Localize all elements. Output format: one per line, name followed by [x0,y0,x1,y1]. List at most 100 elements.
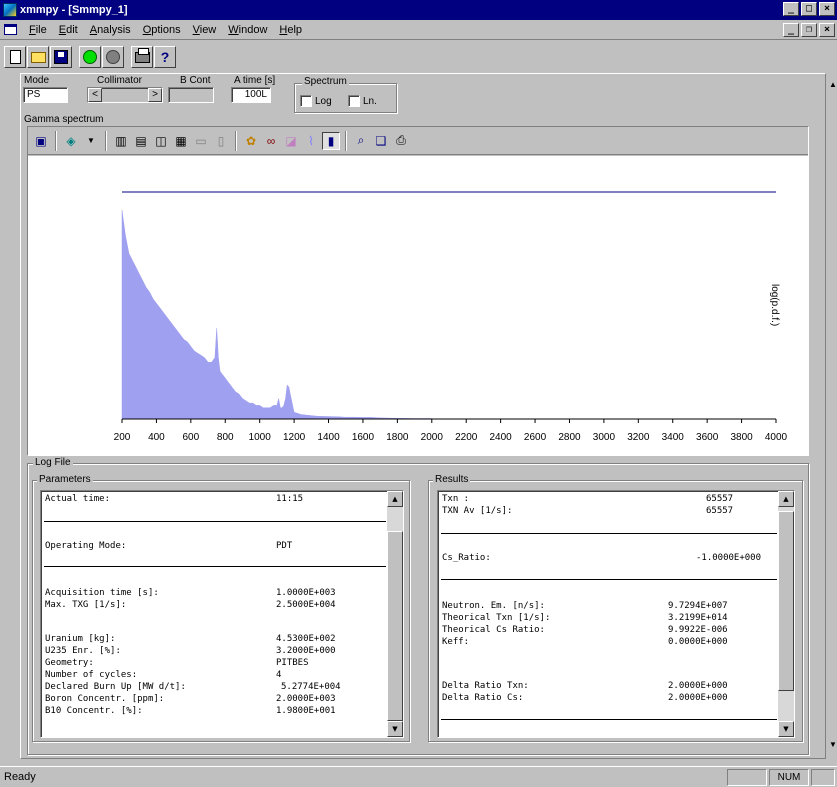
table-icon: ▦ [175,133,187,148]
chart-vgrid-button[interactable]: ▥ [112,132,130,150]
arrow-down-icon: ▼ [783,725,789,733]
new-button[interactable] [4,46,26,68]
app-icon[interactable] [3,3,17,17]
window-scroll-down-arrow[interactable]: ▼ [829,740,837,749]
document-icon[interactable] [4,24,17,35]
result-divider [441,579,777,580]
menu-view[interactable]: View [187,24,223,36]
spectrum-group-title: Spectrum [302,76,349,87]
x-tick-label: 3600 [696,432,719,443]
copy-icon: ▣ [35,133,47,148]
magnifier-icon: ⌕ [357,133,365,147]
menu-analysis[interactable]: Analysis [84,24,137,36]
y-axis-label: log(p.d.f.) [769,284,780,327]
x-tick-label: 2800 [558,432,581,443]
scroll-up-button[interactable]: ▲ [387,491,403,507]
arrow-down-icon: ▼ [392,725,398,733]
chart-line-button[interactable]: ⌇ [302,132,320,150]
chart-preview-button[interactable]: ❑ [372,132,390,150]
menu-window[interactable]: Window [222,24,273,36]
menu-file[interactable]: File [23,24,53,36]
param-value-geometry: PITBES [276,658,309,668]
chart-zoom-button[interactable]: ∞ [262,132,280,150]
chart-bar-button[interactable]: ▮ [322,131,340,150]
x-tick-label: 2600 [523,432,547,443]
menu-help[interactable]: Help [273,24,308,36]
param-label-operating-mode: Operating Mode: [45,541,127,551]
chart-page2-button[interactable]: ▯ [212,132,230,150]
start-button[interactable] [79,46,101,68]
chart-magnify-button[interactable]: ⌕ [352,132,370,150]
close-button[interactable]: × [819,2,835,16]
save-disk-icon [54,50,68,64]
result-value-neutron-em: 9.7294E+007 [668,601,728,611]
b-cont-field[interactable] [168,87,214,103]
chart-table-button[interactable]: ▦ [172,132,190,150]
mode-field[interactable]: PS [23,87,68,103]
parameters-scrollbar[interactable]: ▲ ▼ [387,491,403,737]
maximize-button[interactable]: □ [801,2,817,16]
param-value-boron: 2.0000E+003 [276,694,336,704]
gamma-spectrum-chart[interactable]: log(p.d.f.) 200 400 600 800 1000 1200 1400 1600… [28,156,808,455]
window-scroll-up-arrow[interactable]: ▲ [829,80,837,89]
chart-layout-button[interactable]: ◫ [152,132,170,150]
x-tick-label: 1600 [351,432,375,443]
ln-checkbox[interactable]: Ln. [348,95,377,107]
scroll-down-button[interactable]: ▼ [387,721,403,737]
scroll-up-button[interactable]: ▲ [778,491,794,507]
window-title: xmmpy - [Smmpy_1] [20,4,128,16]
chart-toolbar-separator [55,130,57,151]
param-label-acquisition-time: Acquisition time [s]: [45,588,159,598]
chart-palette-button[interactable]: ✿ [242,132,260,150]
mdi-close-button[interactable]: × [819,23,835,37]
log-checkbox-box[interactable] [300,95,312,107]
scroll-down-button[interactable]: ▼ [778,721,794,737]
save-button[interactable] [50,46,72,68]
open-button[interactable] [27,46,49,68]
result-value-txn: 65557 [706,494,734,504]
menu-options[interactable]: Options [137,24,187,36]
param-value-b10: 1.9800E+001 [276,706,336,716]
minimize-button[interactable]: _ [783,2,799,16]
new-file-icon [9,50,21,64]
scroll-thumb[interactable] [778,511,794,691]
title-bar[interactable]: xmmpy - [Smmpy_1] _ □ × [0,0,837,20]
ln-checkbox-box[interactable] [348,95,360,107]
mdi-minimize-button[interactable]: _ [783,23,799,37]
result-value-cs-ratio: -1.0000E+000 [696,553,762,563]
collimator-left-button[interactable]: < [88,88,102,102]
mdi-restore-button[interactable]: ❐ [801,23,817,37]
chart-3d-button[interactable]: ◪ [282,132,300,150]
chart-page-button[interactable]: ▭ [192,132,210,150]
collimator-right-button[interactable]: > [148,88,162,102]
print-button[interactable] [131,46,153,68]
chart-copy-button[interactable]: ▣ [32,132,50,150]
stop-button[interactable] [102,46,124,68]
a-time-field[interactable]: 100L [231,87,271,103]
chart-toolbar-separator [235,130,237,151]
chevron-down-icon: ▼ [87,136,95,145]
spectrum-area [121,210,433,420]
x-tick-label: 1400 [317,432,340,443]
mode-label: Mode [24,75,50,86]
chart-color-button[interactable]: ◈ [62,132,80,150]
help-icon: ? [160,49,170,65]
chart-color-dropdown[interactable]: ▼ [82,132,100,150]
x-tick-label: 800 [216,432,234,443]
page-alt-icon: ▯ [217,133,225,148]
chart-3d-icon: ◪ [285,133,297,148]
param-label-uranium: Uranium [kg]: [45,634,116,644]
chart-print-button[interactable]: ⎙ [392,132,410,150]
results-list[interactable]: Txn : 65557 TXN Av [1/s]: 65557 Cs_Ratio… [437,490,795,738]
results-scrollbar[interactable]: ▲ ▼ [778,491,794,737]
status-pane-caps [727,769,767,786]
status-pane-num: NUM [769,769,809,786]
parameters-list[interactable]: Actual time: 11:15 Operating Mode: PDT A… [40,490,404,738]
chart-hgrid-button[interactable]: ▤ [132,132,150,150]
param-value-u235-enr: 3.2000E+000 [276,646,336,656]
menu-edit[interactable]: Edit [53,24,84,36]
scroll-thumb[interactable] [387,531,403,721]
log-checkbox[interactable]: Log [300,95,332,107]
help-button[interactable]: ? [154,46,176,68]
param-label-b10: B10 Concentr. [%]: [45,706,143,716]
